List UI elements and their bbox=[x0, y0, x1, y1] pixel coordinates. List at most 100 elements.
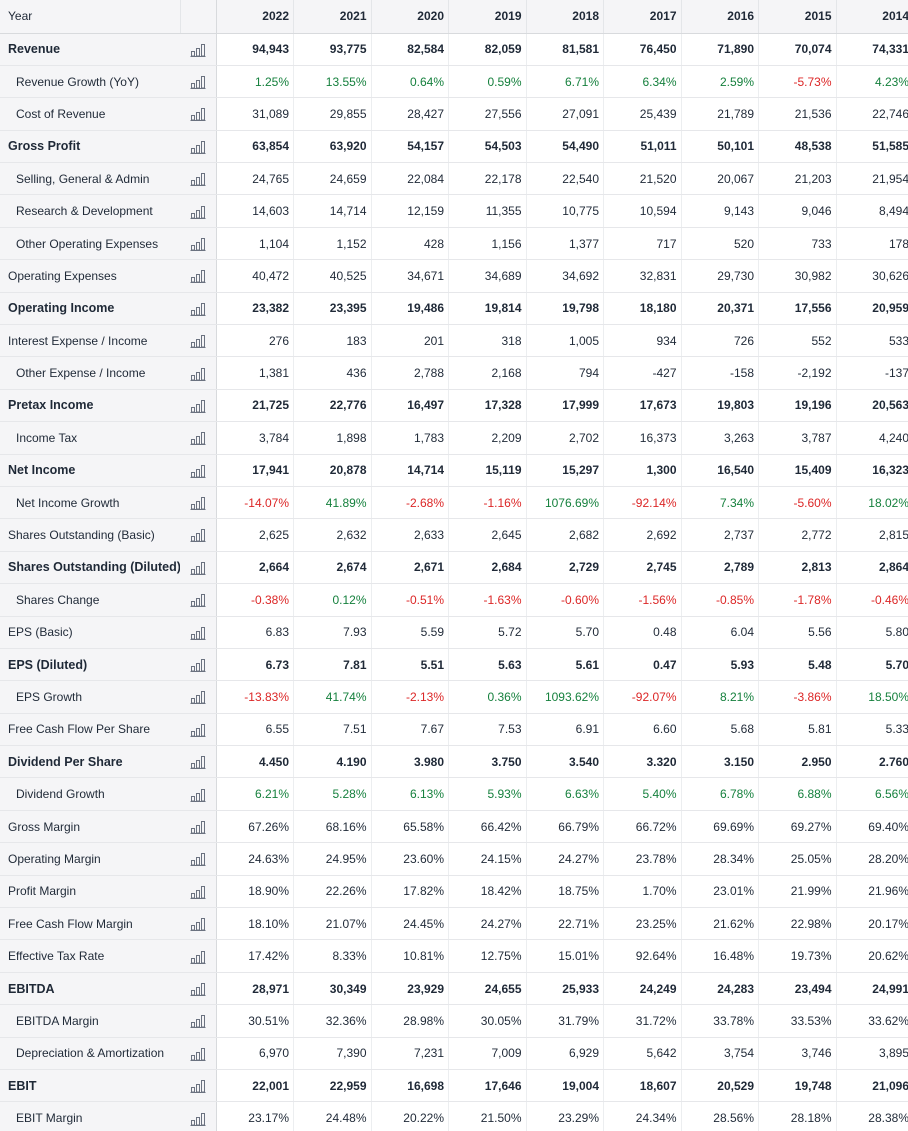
value-cell: 21,096 bbox=[836, 1069, 908, 1103]
bar-chart-icon[interactable] bbox=[190, 333, 206, 349]
value-cell: 22,776 bbox=[293, 389, 372, 423]
chart-button[interactable] bbox=[180, 972, 217, 1006]
chart-button[interactable] bbox=[180, 324, 217, 358]
chart-button[interactable] bbox=[180, 745, 217, 779]
chart-button[interactable] bbox=[180, 292, 217, 326]
value-cell: 15,297 bbox=[526, 454, 604, 487]
chart-button[interactable] bbox=[180, 875, 217, 909]
bar-chart-icon[interactable] bbox=[190, 722, 206, 737]
chart-button[interactable] bbox=[180, 616, 217, 649]
bar-chart-icon[interactable] bbox=[190, 463, 206, 478]
bar-chart-icon[interactable] bbox=[190, 1111, 206, 1126]
bar-chart-icon[interactable] bbox=[190, 398, 206, 413]
value-cell: 22.71% bbox=[526, 907, 604, 941]
chart-button[interactable] bbox=[180, 130, 217, 164]
bar-chart-icon[interactable] bbox=[190, 430, 206, 446]
value-cell: -5.60% bbox=[758, 486, 837, 520]
bar-chart-icon[interactable] bbox=[190, 1078, 206, 1094]
chart-button[interactable] bbox=[180, 1101, 217, 1131]
chart-button[interactable] bbox=[180, 583, 217, 617]
chart-button[interactable] bbox=[180, 939, 217, 973]
bar-chart-icon[interactable] bbox=[190, 139, 206, 154]
chart-button[interactable] bbox=[180, 454, 217, 487]
chart-button[interactable] bbox=[180, 1069, 217, 1103]
bar-chart-icon[interactable] bbox=[190, 236, 206, 251]
value-cell: 22,001 bbox=[216, 1069, 294, 1103]
bar-chart-icon[interactable] bbox=[190, 884, 206, 899]
bar-chart-icon[interactable] bbox=[190, 495, 206, 511]
value-cell: 82,059 bbox=[448, 33, 527, 66]
chart-button[interactable] bbox=[180, 356, 217, 390]
bar-chart-icon[interactable] bbox=[190, 560, 206, 575]
chart-button[interactable] bbox=[180, 97, 217, 131]
value-cell: 34,689 bbox=[448, 259, 527, 293]
value-cell: 5.33 bbox=[836, 713, 908, 747]
bar-chart-icon[interactable] bbox=[190, 981, 206, 996]
income-statement-table: Year 2022 2021 2020 2019 2018 2017 2016 2015 201… bbox=[0, 0, 908, 1131]
bar-chart-icon[interactable] bbox=[190, 819, 206, 834]
value-cell: 2,745 bbox=[603, 551, 682, 585]
table-row: Operating Income 23,382 23,395 19,486 19,814… bbox=[0, 292, 908, 326]
chart-button[interactable] bbox=[180, 421, 217, 455]
bar-chart-icon[interactable] bbox=[190, 269, 206, 284]
bar-chart-icon[interactable] bbox=[190, 1046, 206, 1061]
value-cell: 33.53% bbox=[758, 1004, 837, 1038]
chart-button[interactable] bbox=[180, 33, 217, 66]
value-cell: 2,684 bbox=[448, 551, 527, 585]
bar-chart-icon[interactable] bbox=[190, 528, 206, 543]
chart-button[interactable] bbox=[180, 1037, 217, 1071]
table-row: Net Income 17,941 20,878 14,714 15,119 15,297… bbox=[0, 454, 908, 487]
value-cell: 8,494 bbox=[836, 194, 908, 228]
bar-chart-icon[interactable] bbox=[190, 366, 206, 381]
bar-chart-icon[interactable] bbox=[190, 204, 206, 219]
chart-button[interactable] bbox=[180, 389, 217, 423]
chart-button[interactable] bbox=[180, 227, 217, 261]
value-cell: 11,355 bbox=[448, 194, 527, 228]
chart-button[interactable] bbox=[180, 65, 217, 99]
chart-button[interactable] bbox=[180, 259, 217, 293]
chart-button[interactable] bbox=[180, 1004, 217, 1038]
table-row: Depreciation & Amortization 6,970 7,390 7,2… bbox=[0, 1037, 908, 1071]
table-row: Gross Margin 67.26% 68.16% 65.58% 66.42% 66.7… bbox=[0, 810, 908, 844]
chart-button[interactable] bbox=[180, 551, 217, 585]
chart-button[interactable] bbox=[180, 680, 217, 714]
value-cell: 32,831 bbox=[603, 259, 682, 293]
value-cell: 21.50% bbox=[448, 1101, 527, 1131]
row-label: Depreciation & Amortization bbox=[0, 1037, 180, 1071]
bar-chart-icon[interactable] bbox=[190, 1014, 206, 1029]
chart-button[interactable] bbox=[180, 777, 217, 811]
chart-button[interactable] bbox=[180, 842, 217, 876]
chart-button[interactable] bbox=[180, 907, 217, 941]
chart-button[interactable] bbox=[180, 194, 217, 228]
value-cell: 21.99% bbox=[758, 875, 837, 909]
bar-chart-icon[interactable] bbox=[190, 74, 206, 89]
chart-button[interactable] bbox=[180, 162, 217, 196]
chart-button[interactable] bbox=[180, 518, 217, 552]
value-cell: 2,209 bbox=[448, 421, 527, 455]
value-cell: 318 bbox=[448, 324, 527, 358]
value-cell: 4.450 bbox=[216, 745, 294, 779]
chart-button[interactable] bbox=[180, 648, 217, 682]
chart-button[interactable] bbox=[180, 810, 217, 844]
row-label: EPS Growth bbox=[0, 680, 180, 714]
bar-chart-icon[interactable] bbox=[190, 852, 206, 867]
value-cell: 10,775 bbox=[526, 194, 604, 228]
chart-button[interactable] bbox=[180, 486, 217, 520]
bar-chart-icon[interactable] bbox=[190, 592, 206, 608]
bar-chart-icon[interactable] bbox=[190, 171, 206, 187]
value-cell: 3.320 bbox=[603, 745, 682, 779]
bar-chart-icon[interactable] bbox=[190, 107, 206, 122]
bar-chart-icon[interactable] bbox=[190, 625, 206, 640]
bar-chart-icon[interactable] bbox=[190, 787, 206, 802]
bar-chart-icon[interactable] bbox=[190, 754, 206, 770]
chart-button[interactable] bbox=[180, 713, 217, 747]
bar-chart-icon[interactable] bbox=[190, 657, 206, 673]
value-cell: 30,982 bbox=[758, 259, 837, 293]
bar-chart-icon[interactable] bbox=[190, 690, 206, 705]
bar-chart-icon[interactable] bbox=[190, 42, 206, 57]
bar-chart-icon[interactable] bbox=[190, 949, 206, 964]
row-label: Dividend Per Share bbox=[0, 745, 180, 779]
bar-chart-icon[interactable] bbox=[190, 916, 206, 932]
bar-chart-icon[interactable] bbox=[190, 301, 206, 316]
year-header-cell: 2021 bbox=[293, 0, 372, 34]
